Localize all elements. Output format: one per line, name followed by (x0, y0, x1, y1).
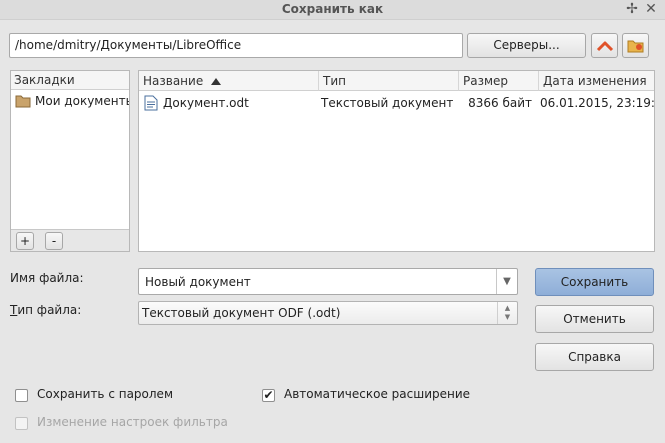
spinner-icon[interactable]: ▲ ▼ (497, 302, 517, 324)
filename-combobox[interactable]: Новый документ ▼ (138, 268, 518, 295)
filetype-select[interactable]: Текстовый документ ODF (.odt) ▲ ▼ (138, 301, 518, 325)
auto-extension-checkbox[interactable]: ✔ (262, 389, 275, 402)
filetype-label: Тип файла: (10, 303, 82, 317)
column-header-modified[interactable]: Дата изменения (539, 71, 654, 91)
chevron-down-icon[interactable]: ▼ (496, 269, 517, 294)
password-checkbox[interactable] (15, 389, 28, 402)
close-icon[interactable]: ✕ (643, 1, 659, 17)
bookmark-item-my-documents[interactable]: Мои документы (13, 92, 129, 110)
level-up-button[interactable] (591, 33, 618, 58)
password-label[interactable]: Сохранить с паролем (37, 387, 173, 401)
pin-icon[interactable]: ✢ (624, 1, 640, 17)
remove-bookmark-button[interactable]: - (45, 232, 63, 250)
path-input[interactable]: /home/dmitry/Документы/LibreOffice (9, 33, 463, 58)
table-row[interactable]: Документ.odt Текстовый документ О 8366 б… (139, 93, 655, 113)
window-title: Сохранить как (281, 2, 384, 16)
file-name: Документ.odt (163, 96, 249, 110)
file-type: Текстовый документ О (321, 96, 453, 110)
bookmarks-panel: Закладки Мои документы + - (10, 70, 130, 252)
bookmark-label: Мои документы (35, 94, 129, 108)
bookmarks-header: Закладки (11, 71, 129, 90)
file-list: Название Тип Размер Дата изменения Докум… (138, 70, 655, 252)
new-folder-icon (627, 40, 643, 53)
servers-button[interactable]: Серверы... (467, 33, 586, 58)
add-bookmark-button[interactable]: + (16, 232, 34, 250)
filter-settings-checkbox (15, 417, 28, 430)
column-name-label: Название (143, 74, 204, 88)
document-icon (144, 95, 158, 111)
filename-label: Имя файла: (10, 271, 84, 285)
cancel-button[interactable]: Отменить (535, 305, 654, 333)
file-size: 8366 байт (468, 96, 532, 110)
column-header-size[interactable]: Размер (459, 71, 539, 91)
help-button[interactable]: Справка (535, 343, 654, 371)
column-header-name[interactable]: Название (139, 71, 319, 91)
save-button[interactable]: Сохранить (535, 268, 654, 296)
auto-extension-label[interactable]: Автоматическое расширение (284, 387, 470, 401)
new-folder-button[interactable] (622, 33, 649, 58)
column-header-type[interactable]: Тип (319, 71, 459, 91)
bookmarks-toolbar: + - (11, 229, 129, 251)
level-up-icon (596, 41, 613, 52)
filter-settings-label: Изменение настроек фильтра (37, 415, 228, 429)
file-modified: 06.01.2015, 23:19:38 (540, 96, 655, 110)
folder-icon (15, 95, 31, 108)
filename-input[interactable]: Новый документ (145, 269, 251, 295)
sort-ascending-icon (211, 78, 222, 85)
filetype-value: Текстовый документ ODF (.odt) (142, 306, 341, 320)
